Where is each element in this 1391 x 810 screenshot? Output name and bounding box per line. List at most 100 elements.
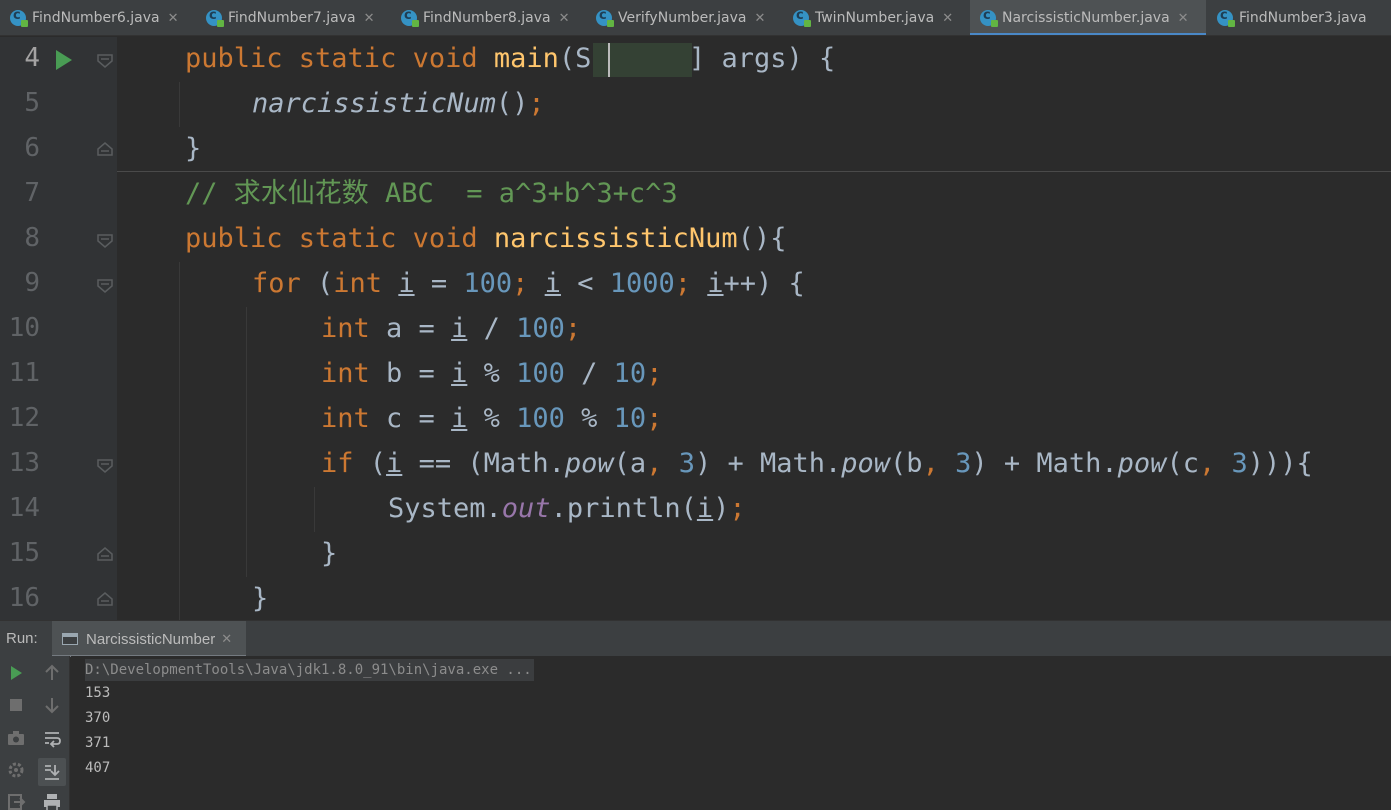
console-output-line: 370 bbox=[85, 710, 111, 726]
run-panel-header: Run: NarcissisticNumber ✕ bbox=[0, 620, 1391, 657]
code-editor[interactable]: 4 public static void main(String[] args)… bbox=[0, 37, 1391, 620]
console-output-line: 371 bbox=[85, 735, 111, 751]
code-line: 6 } bbox=[0, 127, 1391, 172]
code-line: 14 System.out.println(i); bbox=[0, 487, 1391, 532]
line-number: 10 bbox=[8, 313, 40, 343]
fold-icon[interactable] bbox=[96, 456, 114, 474]
code-text: System.out.println(i); bbox=[388, 493, 746, 524]
soft-wrap-icon bbox=[45, 732, 61, 748]
code-text: int c = i % 100 % 10; bbox=[321, 403, 663, 434]
run-icon bbox=[11, 666, 22, 680]
tab-label: VerifyNumber.java bbox=[618, 10, 747, 26]
fold-icon[interactable] bbox=[96, 51, 114, 69]
close-icon[interactable]: ✕ bbox=[942, 11, 953, 26]
tab-findnumber6[interactable]: FindNumber6.java ✕ bbox=[0, 0, 192, 35]
line-number: 12 bbox=[8, 403, 40, 433]
tab-label: NarcissisticNumber.java bbox=[1002, 10, 1170, 26]
tab-narcissisticnumber[interactable]: NarcissisticNumber.java ✕ bbox=[970, 0, 1206, 35]
line-number: 5 bbox=[24, 88, 40, 118]
run-label: Run: bbox=[6, 630, 38, 647]
fold-icon[interactable] bbox=[96, 141, 114, 159]
tab-label: FindNumber6.java bbox=[32, 10, 160, 26]
code-text: public static void narcissisticNum(){ bbox=[185, 223, 787, 254]
exit-button[interactable] bbox=[4, 790, 28, 810]
code-line: 12 int c = i % 100 % 10; bbox=[0, 397, 1391, 442]
stop-icon bbox=[10, 699, 22, 711]
close-icon[interactable]: ✕ bbox=[168, 11, 179, 26]
settings-icon bbox=[8, 762, 24, 778]
console-command-line[interactable]: D:\DevelopmentTools\Java\jdk1.8.0_91\bin… bbox=[85, 659, 534, 681]
code-text: } bbox=[252, 583, 269, 614]
java-class-icon bbox=[596, 8, 614, 27]
code-line: 7 // 求水仙花数 ABC = a^3+b^3+c^3 bbox=[0, 172, 1391, 217]
code-text: narcissisticNum(); bbox=[252, 88, 545, 119]
soft-wrap-button[interactable] bbox=[40, 726, 64, 750]
close-icon[interactable]: ✕ bbox=[559, 11, 570, 26]
line-number: 8 bbox=[24, 223, 40, 253]
java-class-icon bbox=[1217, 8, 1235, 27]
tab-verifynumber[interactable]: VerifyNumber.java ✕ bbox=[586, 0, 782, 35]
tab-label: FindNumber3.java bbox=[1239, 10, 1367, 26]
code-text: for (int i = 100; i < 1000; i++) { bbox=[252, 268, 805, 299]
console-output[interactable]: D:\DevelopmentTools\Java\jdk1.8.0_91\bin… bbox=[71, 656, 1391, 810]
code-line: 13 if (i == (Math.pow(a, 3) + Math.pow(b… bbox=[0, 442, 1391, 487]
console-output-line: 407 bbox=[85, 760, 111, 776]
run-gutter-icon[interactable] bbox=[56, 50, 72, 70]
line-number: 15 bbox=[8, 538, 40, 568]
code-line: 5 narcissisticNum(); bbox=[0, 82, 1391, 127]
close-icon[interactable]: ✕ bbox=[364, 11, 375, 26]
tab-findnumber3[interactable]: FindNumber3.java bbox=[1207, 0, 1391, 35]
code-line: 4 public static void main(String[] args)… bbox=[0, 37, 1391, 82]
java-class-icon bbox=[401, 8, 419, 27]
code-text: int a = i / 100; bbox=[321, 313, 582, 344]
tab-findnumber8[interactable]: FindNumber8.java ✕ bbox=[391, 0, 585, 35]
print-icon bbox=[44, 794, 60, 810]
previous-occurrence-button[interactable] bbox=[40, 661, 64, 685]
code-text: } bbox=[321, 538, 338, 569]
next-occurrence-button[interactable] bbox=[40, 693, 64, 717]
up-arrow-icon bbox=[45, 664, 59, 680]
scroll-to-end-button[interactable] bbox=[38, 758, 66, 786]
close-icon[interactable]: ✕ bbox=[221, 631, 232, 647]
line-number: 14 bbox=[8, 493, 40, 523]
line-number: 7 bbox=[24, 178, 40, 208]
dump-threads-button[interactable] bbox=[4, 726, 28, 750]
code-text: } bbox=[185, 133, 202, 164]
run-tab-label: NarcissisticNumber bbox=[86, 630, 216, 648]
line-number: 11 bbox=[8, 358, 40, 388]
console-output-line: 153 bbox=[85, 685, 111, 701]
print-button[interactable] bbox=[40, 790, 64, 810]
line-number: 9 bbox=[24, 268, 40, 298]
fold-icon[interactable] bbox=[96, 591, 114, 609]
code-line: 16 } bbox=[0, 577, 1391, 620]
run-tab-narcissisticnumber[interactable]: NarcissisticNumber ✕ bbox=[52, 621, 247, 657]
java-class-icon bbox=[206, 8, 224, 27]
tab-twinnumber[interactable]: TwinNumber.java ✕ bbox=[783, 0, 969, 35]
code-comment: // 求水仙花数 ABC = a^3+b^3+c^3 bbox=[185, 178, 678, 209]
line-number: 16 bbox=[8, 583, 40, 613]
code-line: 10 int a = i / 100; bbox=[0, 307, 1391, 352]
line-number: 4 bbox=[24, 43, 40, 73]
text-caret bbox=[608, 43, 610, 77]
java-class-icon bbox=[10, 8, 28, 27]
java-class-icon bbox=[980, 8, 998, 27]
close-icon[interactable]: ✕ bbox=[754, 11, 765, 26]
close-icon[interactable]: ✕ bbox=[1178, 11, 1189, 26]
restore-layout-button[interactable] bbox=[4, 758, 28, 782]
camera-icon bbox=[8, 731, 24, 745]
java-class-icon bbox=[793, 8, 811, 27]
tab-label: FindNumber7.java bbox=[228, 10, 356, 26]
fold-icon[interactable] bbox=[96, 231, 114, 249]
tab-findnumber7[interactable]: FindNumber7.java ✕ bbox=[196, 0, 390, 35]
code-line: 8 public static void narcissisticNum(){ bbox=[0, 217, 1391, 262]
stop-button[interactable] bbox=[4, 693, 28, 717]
run-toolbar bbox=[0, 656, 70, 810]
line-number: 13 bbox=[8, 448, 40, 478]
fold-icon[interactable] bbox=[96, 546, 114, 564]
rerun-button[interactable] bbox=[4, 661, 28, 685]
fold-icon[interactable] bbox=[96, 276, 114, 294]
line-number: 6 bbox=[24, 133, 40, 163]
console-icon bbox=[62, 633, 78, 645]
editor-tab-bar: FindNumber6.java ✕ FindNumber7.java ✕ Fi… bbox=[0, 0, 1391, 36]
exit-icon bbox=[8, 794, 26, 810]
